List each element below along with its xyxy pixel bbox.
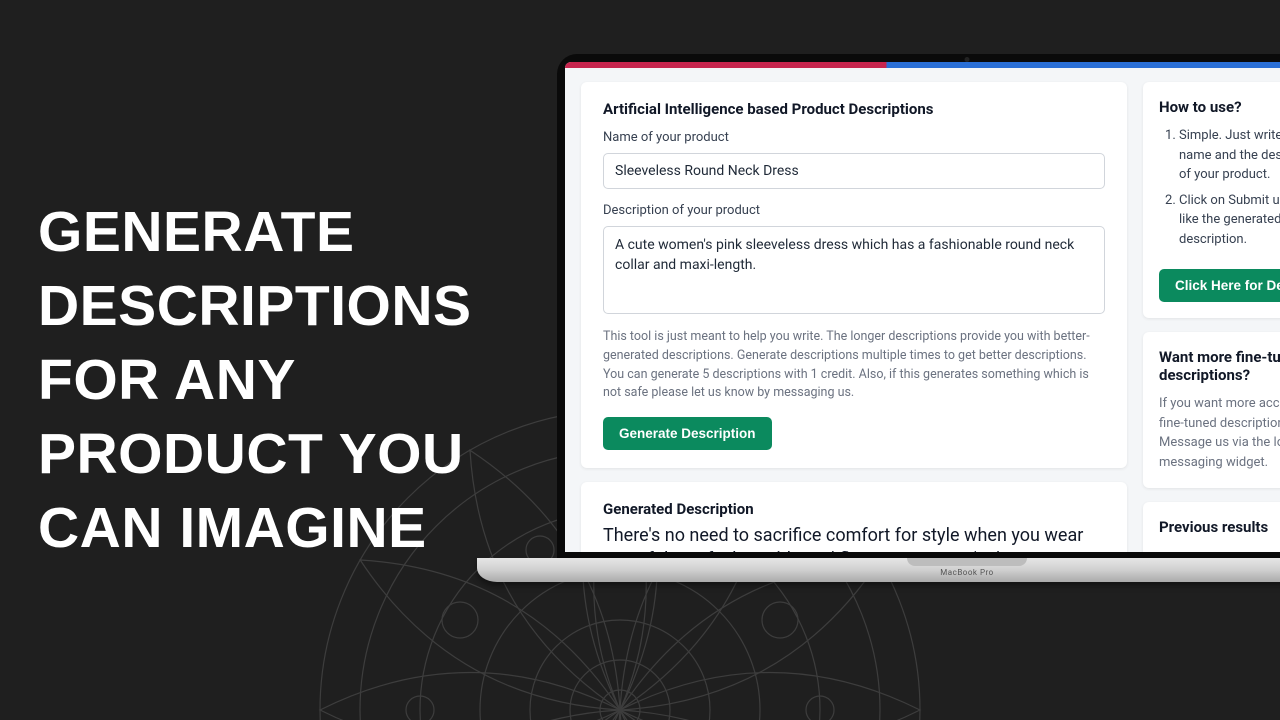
laptop-notch xyxy=(907,558,1027,566)
product-name-group: Name of your product xyxy=(603,130,1105,189)
laptop-base: MacBook Pro xyxy=(477,558,1280,582)
generated-card: Generated Description There's no need to… xyxy=(581,482,1127,552)
product-desc-input[interactable] xyxy=(603,226,1105,314)
finetune-card: Want more fine-tuned descriptions? If yo… xyxy=(1143,332,1280,488)
main-column: Artificial Intelligence based Product De… xyxy=(581,82,1127,552)
laptop-screen: Artificial Intelligence based Product De… xyxy=(565,62,1280,552)
page-title: Artificial Intelligence based Product De… xyxy=(603,100,1105,118)
product-desc-label: Description of your product xyxy=(603,203,1105,218)
product-name-label: Name of your product xyxy=(603,130,1105,145)
finetune-text: If you want more accurate and fine-tuned… xyxy=(1159,394,1280,472)
laptop-brand-label: MacBook Pro xyxy=(940,568,993,577)
generated-title: Generated Description xyxy=(603,500,1105,518)
help-text: This tool is just meant to help you writ… xyxy=(603,328,1105,403)
generated-text: There's no need to sacrifice comfort for… xyxy=(603,524,1105,552)
generate-button[interactable]: Generate Description xyxy=(603,417,772,450)
list-item: Simple. Just write the name and the desc… xyxy=(1179,126,1280,185)
finetune-title: Want more fine-tuned descriptions? xyxy=(1159,348,1280,384)
product-desc-group: Description of your product xyxy=(603,203,1105,318)
generator-card: Artificial Intelligence based Product De… xyxy=(581,82,1127,468)
laptop-mockup: Artificial Intelligence based Product De… xyxy=(557,54,1280,584)
previous-title: Previous results xyxy=(1159,518,1280,536)
howto-card: How to use? Simple. Just write the name … xyxy=(1143,82,1280,318)
hero-headline: Generate descriptions for any product yo… xyxy=(38,195,528,565)
side-column: How to use? Simple. Just write the name … xyxy=(1143,82,1280,552)
previous-card: Previous results Click Here to get previ… xyxy=(1143,502,1280,552)
app-container: Artificial Intelligence based Product De… xyxy=(565,68,1280,552)
laptop-bezel: Artificial Intelligence based Product De… xyxy=(557,54,1280,558)
howto-list: Simple. Just write the name and the desc… xyxy=(1159,126,1280,249)
list-item: Click on Submit until you like the gener… xyxy=(1179,191,1280,250)
howto-title: How to use? xyxy=(1159,98,1280,116)
product-name-input[interactable] xyxy=(603,153,1105,189)
demo-button[interactable]: Click Here for Demo xyxy=(1159,269,1280,302)
